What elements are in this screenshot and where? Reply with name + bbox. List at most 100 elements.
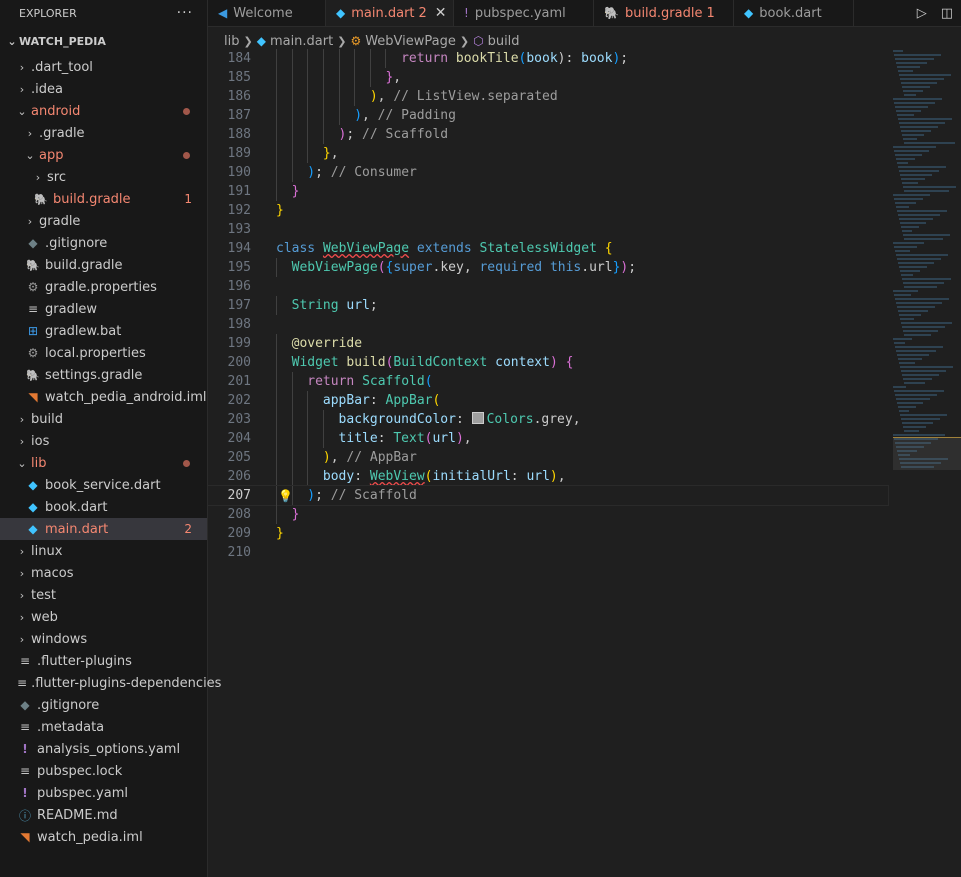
tab-pubspec-yaml[interactable]: ! pubspec.yaml [454, 0, 594, 26]
code-line[interactable]: 193 [208, 220, 888, 239]
more-actions-icon[interactable]: ··· [177, 5, 193, 21]
breadcrumb-class[interactable]: WebViewPage [365, 34, 456, 49]
tab-build-gradle[interactable]: 🐘 build.gradle 1 [594, 0, 734, 26]
code-line[interactable]: 185}, [208, 68, 888, 87]
folder-item[interactable]: ⌄ lib [0, 452, 207, 474]
code-line[interactable]: 200 Widget build(BuildContext context) { [208, 353, 888, 372]
minimap-line [904, 142, 955, 144]
file-item[interactable]: 🐘 settings.gradle [0, 364, 207, 386]
code-token: // Scaffold [330, 488, 417, 503]
code-line[interactable]: 187), // Padding [208, 106, 888, 125]
tab-book-dart[interactable]: ◆ book.dart [734, 0, 854, 26]
code-line[interactable]: 209} [208, 524, 888, 543]
code-line[interactable]: 195 WebViewPage({super.key, required this… [208, 258, 888, 277]
line-number: 210 [227, 545, 251, 560]
color-swatch[interactable] [471, 412, 484, 424]
code-line[interactable]: 198 [208, 315, 888, 334]
rss-icon: ◥ [28, 390, 38, 404]
file-item[interactable]: ≡ .flutter-plugins-dependencies [0, 672, 221, 694]
code-line[interactable]: 190); // Consumer [208, 163, 888, 182]
file-item[interactable]: ≡ .flutter-plugins [0, 650, 207, 672]
code-line[interactable]: 189}, [208, 144, 888, 163]
file-item[interactable]: ≡ gradlew [0, 298, 207, 320]
code-line[interactable]: 210 [208, 543, 888, 562]
indent-guide [322, 49, 324, 68]
tab-welcome[interactable]: ◀ Welcome [208, 0, 326, 26]
file-item[interactable]: ◆ book_service.dart [0, 474, 207, 496]
folder-item[interactable]: › build [0, 408, 207, 430]
breadcrumb-lib[interactable]: lib [224, 34, 239, 49]
tree-item-label: build.gradle [53, 191, 131, 207]
file-item[interactable]: ! analysis_options.yaml [0, 738, 207, 760]
code-line[interactable]: 208} [208, 505, 888, 524]
code-line[interactable]: 205), // AppBar [208, 448, 888, 467]
file-item[interactable]: ◆ .gitignore [0, 232, 207, 254]
lightbulb-icon[interactable]: 💡 [278, 487, 293, 506]
close-icon[interactable]: ✕ [435, 5, 447, 21]
dart-icon: ◆ [28, 522, 38, 536]
folder-item[interactable]: › web [0, 606, 207, 628]
tab-main-dart[interactable]: ◆ main.dart 2 ✕ [326, 0, 454, 26]
indent-guide [307, 429, 309, 448]
file-item[interactable]: ⚙ local.properties [0, 342, 207, 364]
file-item[interactable]: ◆ main.dart 2 [0, 518, 207, 540]
code-line[interactable]: 207 💡); // Scaffold [207, 485, 889, 506]
code-line[interactable]: 199 @override [208, 334, 888, 353]
folder-item[interactable]: › windows [0, 628, 207, 650]
file-item[interactable]: ⓘ README.md [0, 804, 207, 826]
code-line[interactable]: 186), // ListView.separated [208, 87, 888, 106]
code-line[interactable]: 194 class WebViewPage extends StatelessWi… [208, 239, 888, 258]
code-line[interactable]: 196 [208, 277, 888, 296]
folder-item[interactable]: ⌄ app [0, 144, 207, 166]
file-item[interactable]: ◥ watch_pedia_android.iml [0, 386, 207, 408]
minimap-line [893, 98, 942, 100]
indent-guide [276, 372, 277, 391]
split-editor-icon[interactable]: ◫ [941, 6, 953, 21]
breadcrumb-file[interactable]: main.dart [270, 34, 333, 49]
indent-guide [307, 410, 309, 429]
folder-item[interactable]: › .gradle [0, 122, 207, 144]
code-line[interactable]: 203 backgroundColor: Colors.grey, [208, 410, 888, 429]
folder-item[interactable]: › linux [0, 540, 207, 562]
code-line[interactable]: 191} [208, 182, 888, 201]
code-line[interactable]: 206 body: WebView(initialUrl: url), [208, 467, 888, 486]
folder-item[interactable]: › .dart_tool [0, 56, 207, 78]
folder-item[interactable]: › ios [0, 430, 207, 452]
code-line[interactable]: 202 appBar: AppBar( [208, 391, 888, 410]
file-item[interactable]: ◥ watch_pedia.iml [0, 826, 207, 848]
code-line[interactable]: 188); // Scaffold [208, 125, 888, 144]
dart-icon: ◆ [28, 500, 38, 514]
file-item[interactable]: ◆ .gitignore [0, 694, 207, 716]
file-item[interactable]: ⊞ gradlew.bat [0, 320, 207, 342]
folder-item[interactable]: › .idea [0, 78, 207, 100]
tree-item-label: pubspec.yaml [37, 785, 128, 801]
code-line[interactable]: 201 return Scaffold( [208, 372, 888, 391]
folder-item[interactable]: › src [0, 166, 207, 188]
code-line[interactable]: 184 return bookTile(book): book); [208, 49, 888, 68]
file-item[interactable]: ! pubspec.yaml [0, 782, 207, 804]
code-token: Text [393, 431, 425, 446]
file-item[interactable]: 🐘 build.gradle 1 [0, 188, 207, 210]
minimap-slider[interactable] [893, 437, 961, 470]
run-icon[interactable]: ▷ [917, 6, 927, 21]
project-name: WATCH_PEDIA [19, 34, 106, 48]
minimap[interactable] [893, 50, 961, 480]
project-root[interactable]: ⌄ WATCH_PEDIA [0, 26, 207, 56]
folder-item[interactable]: › gradle [0, 210, 207, 232]
folder-item[interactable]: › macos [0, 562, 207, 584]
folder-item[interactable]: › test [0, 584, 207, 606]
line-number: 201 [227, 374, 251, 389]
code-line[interactable]: 192} [208, 201, 888, 220]
file-item[interactable]: ≡ pubspec.lock [0, 760, 207, 782]
tree-item-label: app [39, 147, 64, 163]
file-item[interactable]: ≡ .metadata [0, 716, 207, 738]
folder-item[interactable]: ⌄ android [0, 100, 207, 122]
indent-guide [291, 163, 293, 182]
file-item[interactable]: ◆ book.dart [0, 496, 207, 518]
file-item[interactable]: ⚙ gradle.properties [0, 276, 207, 298]
code-line[interactable]: 197 String url; [208, 296, 888, 315]
file-item[interactable]: 🐘 build.gradle [0, 254, 207, 276]
breadcrumb-method[interactable]: build [488, 34, 520, 49]
code-editor[interactable]: 184 return bookTile(book): book); 185}, 186… [207, 49, 889, 877]
code-line[interactable]: 204 title: Text(url), [208, 429, 888, 448]
